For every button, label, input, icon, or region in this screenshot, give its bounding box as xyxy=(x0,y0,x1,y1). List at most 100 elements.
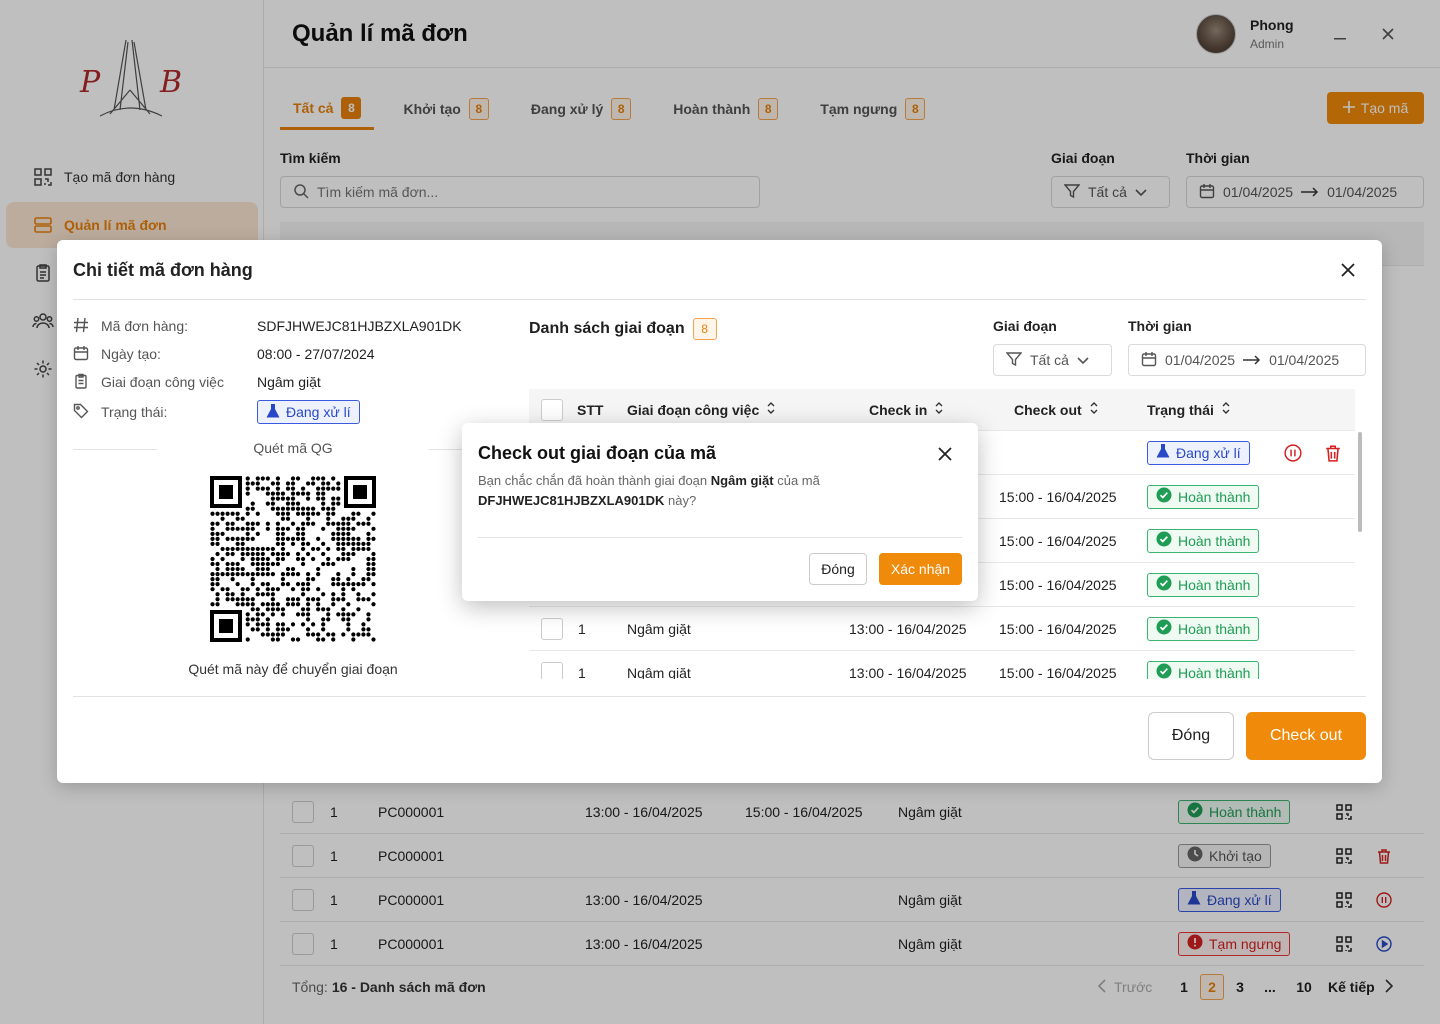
status-text: Hoàn thành xyxy=(1178,532,1251,549)
check-circle-icon xyxy=(1156,531,1172,550)
status-text: Hoàn thành xyxy=(1178,488,1251,505)
col-checkout[interactable]: Check out xyxy=(1014,401,1098,418)
check-circle-icon xyxy=(1156,619,1172,638)
row-checkout: 15:00 - 16/04/2025 xyxy=(999,664,1117,680)
row-stage: Ngâm giặt xyxy=(627,664,691,680)
date-from: 01/04/2025 xyxy=(1165,352,1236,368)
info-label: Ngày tạo: xyxy=(101,346,161,362)
col-checkin[interactable]: Check in xyxy=(869,401,943,418)
info-status: Trạng thái: Đang xử lí xyxy=(73,400,360,424)
status-badge: Hoàn thành xyxy=(1147,572,1260,597)
filter-icon xyxy=(1005,351,1023,370)
confirm-text: của mã xyxy=(777,473,820,488)
sort-icon xyxy=(1222,401,1230,418)
status-badge: Đang xử lí xyxy=(1147,440,1250,465)
row-stage: Ngâm giặt xyxy=(627,620,691,637)
info-created-date: Ngày tạo: 08:00 - 27/07/2024 xyxy=(73,342,375,366)
modal-close-button[interactable] xyxy=(1340,262,1360,282)
col-status[interactable]: Trạng thái xyxy=(1147,401,1230,418)
info-value: Ngâm giặt xyxy=(257,374,321,390)
modal-date-range-picker[interactable]: 01/04/2025 01/04/2025 xyxy=(1128,344,1366,376)
row-checkbox[interactable] xyxy=(541,661,563,679)
check-circle-icon xyxy=(1156,487,1172,506)
confirm-ok-button[interactable]: Xác nhận xyxy=(879,553,962,585)
col-stt: STT xyxy=(577,401,604,418)
confirm-text: Bạn chắc chắn đã hoàn thành giai đoạn xyxy=(478,473,708,488)
qr-caption: Quét mã này để chuyển giai đoạn xyxy=(188,661,398,677)
sort-icon xyxy=(1090,401,1098,418)
check-circle-icon xyxy=(1156,663,1172,679)
checkout-confirm-dialog: Check out giai đoạn của mã Bạn chắc chắn… xyxy=(462,423,978,601)
confirm-cancel-button[interactable]: Đóng xyxy=(809,553,867,585)
row-checkout: 15:00 - 16/04/2025 xyxy=(999,576,1117,593)
row-checkin: 13:00 - 16/04/2025 xyxy=(849,664,967,680)
chevron-down-icon xyxy=(1077,352,1089,368)
footer-divider xyxy=(73,696,1366,697)
status-text: Đang xử lí xyxy=(286,404,351,420)
calendar-icon xyxy=(73,345,89,364)
confirm-code: DFJHWEJC81HJBZXLA901DK xyxy=(478,493,665,508)
pause-icon[interactable] xyxy=(1283,443,1303,463)
confirm-text: này? xyxy=(668,493,697,508)
modal-stage-filter-label: Giai đoạn xyxy=(993,318,1057,334)
row-stt: 1 xyxy=(578,620,586,637)
confirm-divider xyxy=(478,537,962,538)
confirm-stage: Ngâm giặt xyxy=(710,473,774,488)
modal-stage-filter-select[interactable]: Tất cả xyxy=(993,344,1112,376)
col-stage-label: Giai đoạn công việc xyxy=(627,401,760,418)
status-badge: Hoàn thành xyxy=(1147,660,1260,679)
sort-icon xyxy=(935,401,943,418)
trash-icon[interactable] xyxy=(1323,443,1343,463)
table-row[interactable]: 1 Ngâm giặt 13:00 - 16/04/2025 15:00 - 1… xyxy=(529,651,1355,679)
modal-stage-filter-value: Tất cả xyxy=(1030,352,1069,368)
arrow-right-icon xyxy=(1243,352,1261,368)
col-stage[interactable]: Giai đoạn công việc xyxy=(627,401,775,418)
row-stt: 1 xyxy=(578,664,586,680)
flask-icon xyxy=(1156,443,1170,462)
divider xyxy=(73,299,1366,300)
info-label: Trạng thái: xyxy=(101,404,168,420)
info-label: Mã đơn hàng: xyxy=(101,318,189,334)
stage-list-count: 8 xyxy=(692,318,717,340)
qr-title: Quét mã QG xyxy=(157,440,429,456)
close-icon xyxy=(1340,263,1356,281)
hash-icon xyxy=(73,317,89,336)
row-checkout: 15:00 - 16/04/2025 xyxy=(999,620,1117,637)
clipboard-icon xyxy=(73,373,89,392)
col-checkout-label: Check out xyxy=(1014,401,1082,418)
info-stage: Giai đoạn công việc Ngâm giặt xyxy=(73,370,321,394)
row-checkout: 15:00 - 16/04/2025 xyxy=(999,532,1117,549)
info-value: 08:00 - 27/07/2024 xyxy=(257,346,375,362)
status-text: Đang xử lí xyxy=(1176,444,1241,461)
table-row[interactable]: 1 Ngâm giặt 13:00 - 16/04/2025 15:00 - 1… xyxy=(529,607,1355,651)
info-order-code: Mã đơn hàng: SDFJHWEJC81HJBZXLA901DK xyxy=(73,314,462,338)
checkout-button[interactable]: Check out xyxy=(1246,712,1366,760)
select-all-checkbox[interactable] xyxy=(541,398,563,421)
row-checkbox[interactable] xyxy=(541,617,563,640)
close-icon xyxy=(938,447,952,464)
stage-list-header: Danh sách giai đoạn 8 xyxy=(529,318,717,340)
date-to: 01/04/2025 xyxy=(1269,352,1340,368)
stage-list-title: Danh sách giai đoạn xyxy=(529,320,685,337)
row-checkout: 15:00 - 16/04/2025 xyxy=(999,488,1117,505)
stage-table-scrollbar[interactable] xyxy=(1358,432,1362,532)
col-checkin-label: Check in xyxy=(869,401,928,418)
sort-icon xyxy=(767,401,775,418)
confirm-message: Bạn chắc chắn đã hoàn thành giai đoạn Ng… xyxy=(478,471,918,511)
modal-close-footer-button[interactable]: Đóng xyxy=(1148,712,1234,760)
status-text: Hoàn thành xyxy=(1178,576,1251,593)
flask-icon xyxy=(266,403,280,422)
confirm-close-button[interactable] xyxy=(938,447,954,463)
confirm-title: Check out giai đoạn của mã xyxy=(478,443,717,463)
row-checkin: 13:00 - 16/04/2025 xyxy=(849,620,967,637)
tag-icon xyxy=(73,403,89,422)
calendar-icon xyxy=(1141,351,1157,370)
info-value: SDFJHWEJC81HJBZXLA901DK xyxy=(257,318,462,334)
status-badge: Hoàn thành xyxy=(1147,616,1260,641)
status-badge: Hoàn thành xyxy=(1147,484,1260,509)
app: P B Tạo mã đơn hàng Quản lí mã đơn Quản … xyxy=(0,0,1440,1024)
check-circle-icon xyxy=(1156,575,1172,594)
qr-code-image xyxy=(210,476,376,642)
col-status-label: Trạng thái xyxy=(1147,401,1214,418)
status-badge: Đang xử lí xyxy=(257,400,360,424)
